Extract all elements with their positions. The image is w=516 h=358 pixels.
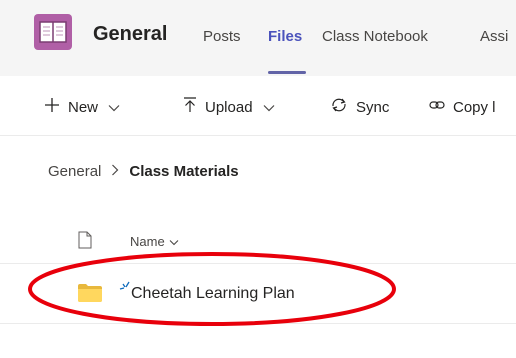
- folder-icon: [78, 284, 102, 307]
- sync-icon: [330, 97, 348, 117]
- tab-assignments[interactable]: Assi: [480, 28, 508, 45]
- tab-class-notebook[interactable]: Class Notebook: [322, 28, 428, 45]
- new-item-sparkle-icon: [119, 278, 131, 296]
- breadcrumb: General Class Materials: [48, 160, 239, 182]
- upload-button-label: Upload: [205, 98, 253, 116]
- team-logo-icon[interactable]: [34, 14, 72, 50]
- channel-header: General Posts Files Class Notebook Assi: [0, 0, 516, 76]
- copy-link-button[interactable]: Copy l: [429, 96, 496, 118]
- chevron-down-icon: [108, 99, 120, 116]
- files-toolbar: New Upload Sync Copy l: [0, 76, 516, 136]
- upload-arrow-icon: [183, 97, 197, 117]
- name-column-label: Name: [130, 234, 165, 249]
- name-column-header[interactable]: Name: [130, 234, 179, 249]
- active-tab-indicator: [268, 71, 306, 74]
- sync-button-label: Sync: [356, 98, 390, 116]
- link-icon: [429, 98, 445, 116]
- file-list-header: Name: [0, 218, 516, 264]
- breadcrumb-root[interactable]: General: [48, 163, 101, 180]
- teams-files-page: General Posts Files Class Notebook Assi …: [0, 0, 516, 358]
- tab-posts[interactable]: Posts: [203, 28, 241, 45]
- sync-button[interactable]: Sync: [330, 96, 389, 118]
- chevron-right-icon: [111, 163, 119, 180]
- team-name: General: [93, 23, 168, 45]
- upload-button[interactable]: Upload: [183, 96, 275, 118]
- breadcrumb-current: Class Materials: [129, 162, 239, 180]
- chevron-down-icon: [169, 234, 179, 249]
- folder-name[interactable]: Cheetah Learning Plan: [131, 285, 295, 303]
- copy-link-button-label: Copy l: [453, 98, 496, 116]
- new-button[interactable]: New: [44, 96, 120, 118]
- tab-files[interactable]: Files: [268, 28, 302, 45]
- list-item[interactable]: Cheetah Learning Plan: [0, 264, 516, 324]
- plus-icon: [44, 97, 60, 117]
- file-type-icon: [78, 231, 92, 254]
- new-button-label: New: [68, 98, 99, 116]
- chevron-down-icon: [263, 99, 275, 116]
